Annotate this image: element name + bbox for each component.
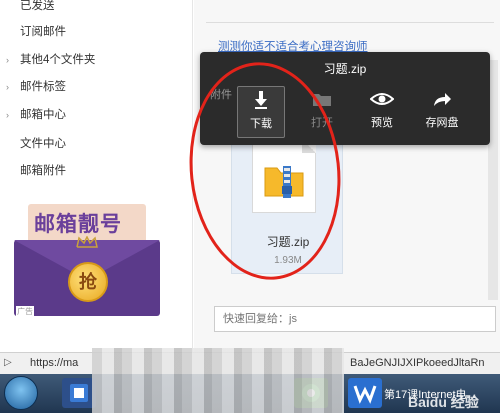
ad-banner[interactable]: 邮箱靓号 抢 [14, 200, 160, 318]
chevron-right-icon[interactable]: › [6, 103, 9, 127]
crown-icon [76, 236, 98, 248]
sidebar-item-mail-center[interactable]: › 邮箱中心 [0, 103, 190, 127]
status-url-start: https://ma [30, 357, 79, 369]
sidebar-item-other-folders[interactable]: › 其他4个文件夹 [0, 48, 190, 72]
sidebar-item-label: 其他4个文件夹 [20, 54, 96, 66]
chevron-right-icon[interactable]: › [6, 75, 9, 99]
sidebar-item-label: 文件中心 [20, 138, 66, 150]
play-icon: ▷ [4, 357, 12, 368]
ad-tag: 广告 [16, 306, 34, 317]
folder-sidebar: 已发送 订阅邮件 › 其他4个文件夹 › 邮件标签 › 邮箱中心 文件中心 邮箱… [0, 0, 193, 352]
sidebar-item-label: 订阅邮件 [20, 26, 66, 38]
status-url-end: BaJeGNJIJXIPkoeedJltaRn [350, 357, 485, 369]
taskbar-app-button[interactable] [62, 378, 96, 408]
wps-icon [353, 385, 377, 404]
save-to-netdisk-button[interactable]: 存网盘 [418, 86, 466, 138]
sidebar-item-label: 已发送 [20, 0, 55, 12]
sidebar-item-label: 邮箱附件 [20, 165, 66, 177]
save-to-netdisk-label: 存网盘 [425, 117, 459, 129]
watermark: Baidu 经验 [408, 394, 479, 410]
share-arrow-icon [418, 86, 466, 112]
redacted-region [92, 348, 344, 413]
quick-reply-input[interactable] [214, 306, 496, 332]
ad-title: 邮箱靓号 [34, 213, 122, 236]
sidebar-item-mail-tags[interactable]: › 邮件标签 [0, 75, 190, 99]
chevron-right-icon[interactable]: › [6, 48, 9, 72]
start-button[interactable] [4, 376, 38, 410]
app-icon [70, 384, 88, 402]
sidebar-item-label: 邮箱中心 [20, 109, 66, 121]
divider [206, 22, 494, 23]
ad-coin: 抢 [68, 262, 108, 302]
preview-label: 预览 [371, 117, 393, 129]
sidebar-item-sent[interactable]: 已发送 [0, 0, 190, 18]
sidebar-item-attachments[interactable]: 邮箱附件 [0, 159, 190, 183]
sidebar-item-label: 邮件标签 [20, 81, 66, 93]
taskbar-app-button[interactable] [348, 378, 382, 408]
sidebar-item-file-center[interactable]: 文件中心 [0, 132, 190, 156]
sidebar-item-subscriptions[interactable]: 订阅邮件 [0, 20, 190, 44]
preview-eye-icon [358, 86, 406, 112]
preview-button[interactable]: 预览 [358, 86, 406, 138]
